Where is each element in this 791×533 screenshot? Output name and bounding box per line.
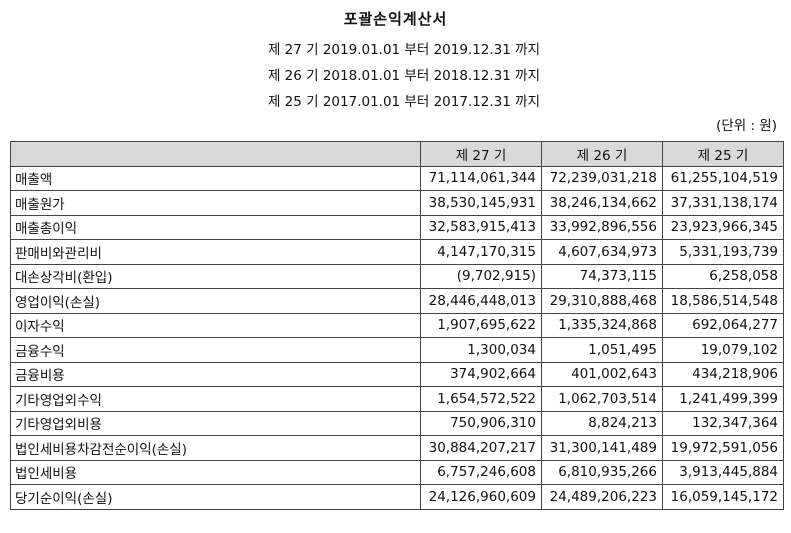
value-period-25: 434,218,906	[661, 361, 785, 387]
table-row: 금융비용 374,902,664 401,002,643 434,218,906	[10, 361, 785, 387]
value-period-27: 28,446,448,013	[420, 288, 542, 314]
value-period-27: 38,530,145,931	[420, 190, 542, 216]
table-row: 대손상각비(환입) (9,702,915) 74,373,115 6,258,058	[10, 263, 785, 289]
table-row: 이자수익 1,907,695,622 1,335,324,868 692,064,27…	[10, 312, 785, 338]
value-period-25: 692,064,277	[661, 312, 785, 338]
account-name: 법인세비용	[10, 459, 421, 485]
value-period-26: 1,335,324,868	[540, 312, 663, 338]
value-period-25: 19,972,591,056	[661, 435, 785, 461]
value-period-26: 31,300,141,489	[540, 435, 663, 461]
value-period-27: 750,906,310	[420, 410, 542, 436]
account-name: 영업이익(손실)	[10, 288, 421, 314]
value-period-25: 1,241,499,399	[661, 386, 785, 412]
table-row: 당기순이익(손실) 24,126,960,609 24,489,206,223 16,…	[10, 484, 785, 510]
value-period-26: 4,607,634,973	[540, 239, 663, 265]
period-line-26: 제 26 기 2018.01.01 부터 2018.12.31 까지	[267, 68, 540, 84]
value-period-27: 1,907,695,622	[420, 312, 542, 338]
value-period-25: 18,586,514,548	[661, 288, 785, 314]
account-name: 금융비용	[10, 361, 421, 387]
header-period-26: 제 26 기	[540, 141, 663, 167]
value-period-27: 4,147,170,315	[420, 239, 542, 265]
value-period-27: 374,902,664	[420, 361, 542, 387]
value-period-26: 1,051,495	[540, 337, 663, 363]
statement-title: 포괄손익계산서	[343, 10, 448, 28]
value-period-26: 33,992,896,556	[540, 214, 663, 240]
account-name: 판매비와관리비	[10, 239, 421, 265]
value-period-26: 24,489,206,223	[540, 484, 663, 510]
value-period-26: 8,824,213	[540, 410, 663, 436]
value-period-27: 24,126,960,609	[420, 484, 542, 510]
value-period-26: 1,062,703,514	[540, 386, 663, 412]
value-period-26: 29,310,888,468	[540, 288, 663, 314]
account-name: 금융수익	[10, 337, 421, 363]
value-period-27: 1,654,572,522	[420, 386, 542, 412]
value-period-27: (9,702,915)	[420, 263, 542, 289]
value-period-25: 132,347,364	[661, 410, 785, 436]
account-name: 이자수익	[10, 312, 421, 338]
table-row: 매출총이익 32,583,915,413 33,992,896,556 23,923,…	[10, 214, 785, 240]
account-name: 대손상각비(환입)	[10, 263, 421, 289]
table-header-row: 제 27 기 제 26 기 제 25 기	[10, 141, 785, 167]
table-row: 법인세비용차감전순이익(손실) 30,884,207,217 31,300,141,…	[10, 435, 785, 461]
value-period-27: 6,757,246,608	[420, 459, 542, 485]
table-row: 기타영업외수익 1,654,572,522 1,062,703,514 1,241,4…	[10, 386, 785, 412]
header-period-27: 제 27 기	[420, 141, 542, 167]
header-period-25: 제 25 기	[661, 141, 785, 167]
value-period-25: 5,331,193,739	[661, 239, 785, 265]
value-period-25: 19,079,102	[661, 337, 785, 363]
account-name: 기타영업외비용	[10, 410, 421, 436]
account-name: 매출액	[10, 165, 421, 191]
value-period-26: 72,239,031,218	[540, 165, 663, 191]
header-account	[10, 141, 421, 167]
value-period-27: 32,583,915,413	[420, 214, 542, 240]
value-period-26: 6,810,935,266	[540, 459, 663, 485]
unit-label: (단위 : 원)	[716, 118, 777, 134]
value-period-25: 3,913,445,884	[661, 459, 785, 485]
table-row: 매출원가 38,530,145,931 38,246,134,662 37,331,1…	[10, 190, 785, 216]
value-period-26: 74,373,115	[540, 263, 663, 289]
income-statement-table: 제 27 기 제 26 기 제 25 기 매출액 71,114,061,344 72…	[10, 141, 785, 510]
table-row: 금융수익 1,300,034 1,051,495 19,079,102	[10, 337, 785, 363]
account-name: 법인세비용차감전순이익(손실)	[10, 435, 421, 461]
table-row: 영업이익(손실) 28,446,448,013 29,310,888,468 18,5…	[10, 288, 785, 314]
value-period-26: 38,246,134,662	[540, 190, 663, 216]
table-row: 판매비와관리비 4,147,170,315 4,607,634,973 5,331,1…	[10, 239, 785, 265]
account-name: 매출원가	[10, 190, 421, 216]
value-period-27: 71,114,061,344	[420, 165, 542, 191]
value-period-25: 61,255,104,519	[661, 165, 785, 191]
value-period-25: 37,331,138,174	[661, 190, 785, 216]
value-period-25: 23,923,966,345	[661, 214, 785, 240]
value-period-27: 30,884,207,217	[420, 435, 542, 461]
table-row: 기타영업외비용 750,906,310 8,824,213 132,347,364	[10, 410, 785, 436]
value-period-27: 1,300,034	[420, 337, 542, 363]
value-period-25: 6,258,058	[661, 263, 785, 289]
period-line-25: 제 25 기 2017.01.01 부터 2017.12.31 까지	[267, 94, 540, 110]
table-row: 법인세비용 6,757,246,608 6,810,935,266 3,913,445…	[10, 459, 785, 485]
account-name: 기타영업외수익	[10, 386, 421, 412]
account-name: 매출총이익	[10, 214, 421, 240]
value-period-25: 16,059,145,172	[661, 484, 785, 510]
table-row: 매출액 71,114,061,344 72,239,031,218 61,255,10…	[10, 165, 785, 191]
period-line-27: 제 27 기 2019.01.01 부터 2019.12.31 까지	[267, 42, 540, 58]
account-name: 당기순이익(손실)	[10, 484, 421, 510]
value-period-26: 401,002,643	[540, 361, 663, 387]
